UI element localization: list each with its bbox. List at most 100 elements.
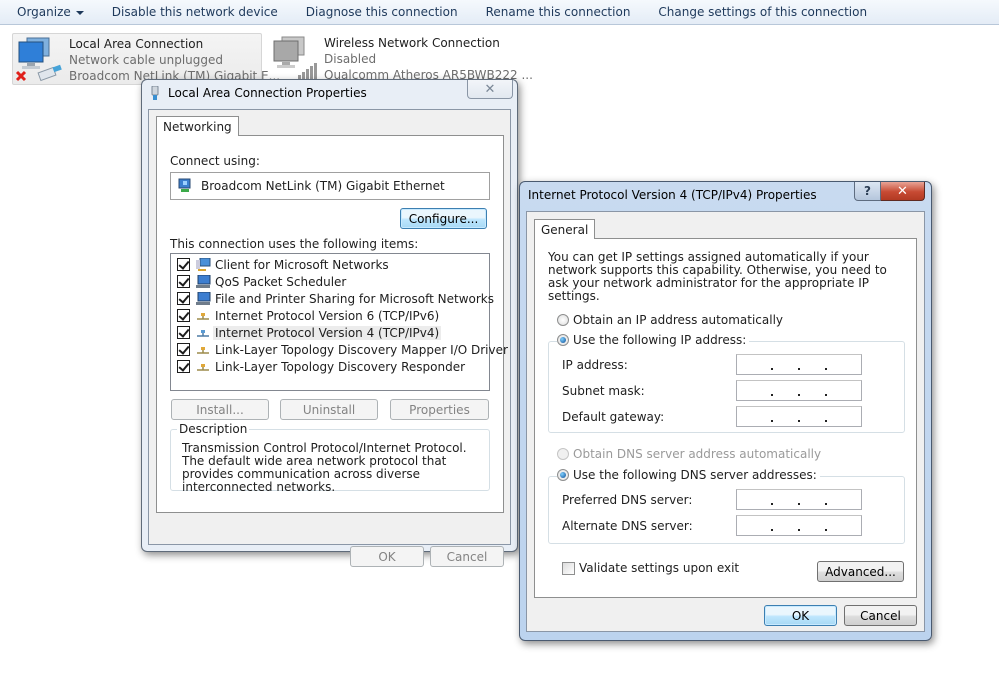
radio-label: Use the following IP address: [573,333,747,347]
default-gateway-label: Default gateway: [562,410,665,424]
ok-button[interactable]: OK [764,605,837,626]
cancel-button[interactable]: Cancel [430,546,504,567]
help-button[interactable]: ? [854,182,881,201]
item-checkbox[interactable] [177,258,190,271]
dialog-body: Networking Connect using: Broadcom NetLi… [148,109,511,567]
ip-address-input[interactable] [736,354,862,375]
checkbox[interactable] [562,561,575,575]
tab-panel: You can get IP settings assigned automat… [534,238,917,598]
ip-manual-radio[interactable]: Use the following IP address: [557,333,750,347]
dns-auto-radio[interactable]: Obtain DNS server address automatically [557,447,825,461]
advanced-button[interactable]: Advanced... [817,561,904,582]
description-text: Transmission Control Protocol/Internet P… [182,441,467,494]
radio-button-selected[interactable] [557,469,569,481]
item-label: Link-Layer Topology Discovery Responder [215,359,466,374]
preferred-dns-input[interactable] [736,489,862,510]
list-item[interactable]: QoS Packet Scheduler [177,273,348,290]
connection-wireless[interactable]: Wireless Network Connection Disabled Qua… [268,33,533,85]
network-plug-icon [151,86,159,100]
item-label: File and Printer Sharing for Microsoft N… [215,291,494,306]
rename-button[interactable]: Rename this connection [472,0,645,24]
tab-general[interactable]: General [534,219,596,239]
caption-buttons: ? ✕ [854,182,925,201]
radio-label: Obtain DNS server address automatically [573,447,822,461]
ok-button[interactable]: OK [350,546,424,567]
dialog-title: Internet Protocol Version 4 (TCP/IPv4) P… [528,188,817,202]
item-label: Client for Microsoft Networks [215,257,389,272]
list-item-selected[interactable]: Internet Protocol Version 4 (TCP/IPv4) [177,324,442,341]
subnet-mask-input[interactable] [736,380,862,401]
radio-label: Obtain an IP address automatically [573,313,784,327]
cancel-button[interactable]: Cancel [844,605,917,626]
radio-button-disabled[interactable] [557,448,569,460]
list-item[interactable]: Internet Protocol Version 6 (TCP/IPv6) [177,307,441,324]
item-checkbox[interactable] [177,360,190,373]
protocol-icon [197,363,209,371]
validate-checkbox[interactable]: Validate settings upon exit [562,561,743,575]
protocol-icon [197,329,209,337]
intro-text: You can get IP settings assigned automat… [548,250,887,303]
alternate-dns-label: Alternate DNS server: [562,519,693,533]
item-label: Internet Protocol Version 4 (TCP/IPv4) [213,325,442,340]
ip-auto-radio[interactable]: Obtain an IP address automatically [557,313,787,327]
item-label: QoS Packet Scheduler [215,274,347,289]
protocol-icon [197,346,209,354]
organize-menu[interactable]: Organize [0,0,98,24]
network-adapter-icon [178,178,191,192]
description-group: Description Transmission Control Protoco… [170,422,490,494]
item-checkbox[interactable] [177,326,190,339]
close-button[interactable]: ✕ [467,80,513,99]
connection-status: Disabled [324,52,377,66]
close-icon: ✕ [897,183,908,199]
radio-button-selected[interactable] [557,334,569,346]
connection-name: Wireless Network Connection [324,36,500,50]
properties-button[interactable]: Properties [390,399,489,420]
items-label: This connection uses the following items… [170,237,419,251]
install-button[interactable]: Install... [171,399,269,420]
list-item[interactable]: Link-Layer Topology Discovery Mapper I/O… [177,341,510,358]
list-item[interactable]: File and Printer Sharing for Microsoft N… [177,290,496,307]
wired-network-icon [13,34,69,84]
item-checkbox[interactable] [177,343,190,356]
dialog-title: Local Area Connection Properties [168,86,367,100]
close-icon: ✕ [484,81,496,97]
disable-device-button[interactable]: Disable this network device [98,0,292,24]
organize-label: Organize [17,5,71,19]
preferred-dns-label: Preferred DNS server: [562,493,693,507]
diagnose-button[interactable]: Diagnose this connection [292,0,472,24]
list-item[interactable]: Client for Microsoft Networks [177,256,391,273]
connection-status: Network cable unplugged [69,53,224,67]
computer-service-icon [196,291,211,305]
protocol-icon [197,312,209,320]
item-checkbox[interactable] [177,292,190,305]
change-settings-button[interactable]: Change settings of this connection [644,0,881,24]
radio-button[interactable] [557,314,569,326]
wireless-network-icon [268,33,324,83]
item-label: Internet Protocol Version 6 (TCP/IPv6) [215,308,440,323]
checkbox-label: Validate settings upon exit [579,561,740,575]
dns-manual-radio[interactable]: Use the following DNS server addresses: [557,468,820,482]
uninstall-button[interactable]: Uninstall [280,399,378,420]
close-button[interactable]: ✕ [881,182,925,201]
description-legend: Description [177,422,250,436]
command-bar: Organize Disable this network device Dia… [0,0,999,25]
list-item[interactable]: Link-Layer Topology Discovery Responder [177,358,467,375]
connection-name: Local Area Connection [69,37,204,51]
item-checkbox[interactable] [177,275,190,288]
connection-local-area[interactable]: Local Area Connection Network cable unpl… [12,33,280,85]
item-checkbox[interactable] [177,309,190,322]
tab-panel: Connect using: Broadcom NetLink (TM) Gig… [156,135,508,513]
item-label: Link-Layer Topology Discovery Mapper I/O… [215,342,508,357]
default-gateway-input[interactable] [736,406,862,427]
dialog-body: General You can get IP settings assigned… [526,211,925,632]
components-list[interactable]: Client for Microsoft Networks QoS Packet… [170,253,508,391]
configure-button[interactable]: Configure... [400,208,487,229]
lac-properties-dialog: Local Area Connection Properties ✕ Netwo… [141,79,518,567]
adapter-name: Broadcom NetLink (TM) Gigabit Ethernet [201,179,445,193]
alternate-dns-input[interactable] [736,515,862,536]
chevron-down-icon [75,10,84,15]
connect-using-label: Connect using: [170,154,260,168]
tab-networking[interactable]: Networking [156,116,239,136]
dialog-title-bar: Local Area Connection Properties [150,86,367,100]
help-icon: ? [864,184,871,198]
